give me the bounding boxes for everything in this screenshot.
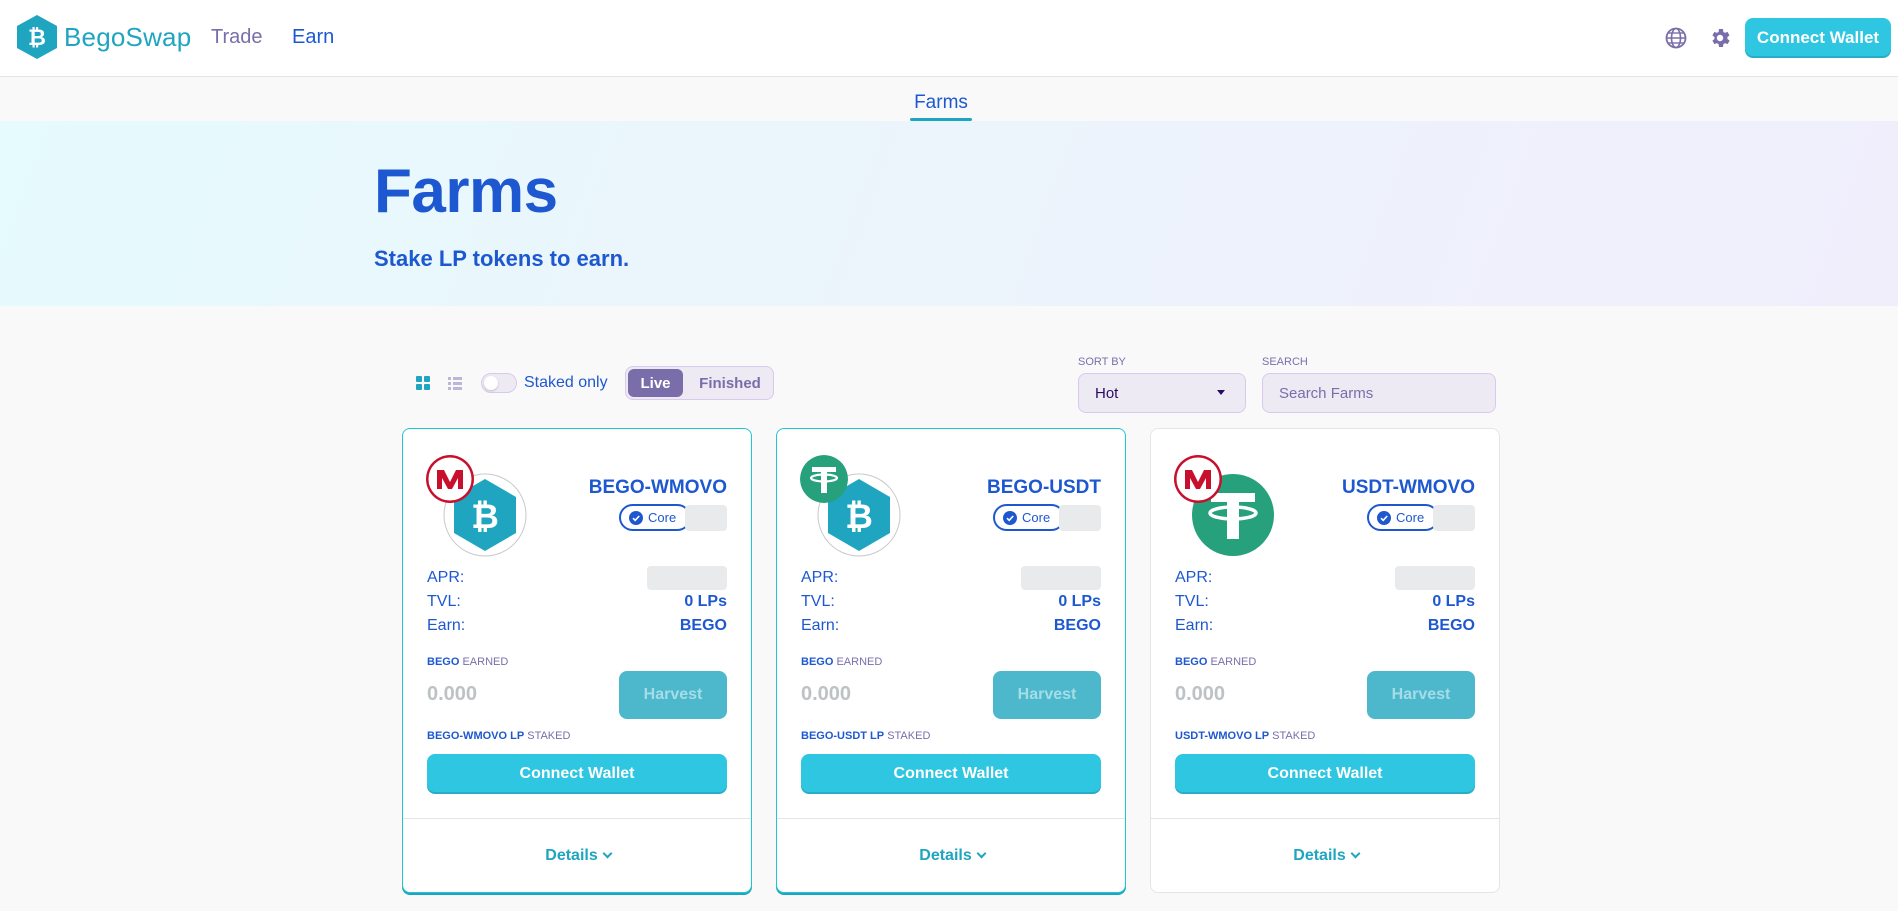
details-toggle[interactable]: Details (403, 847, 751, 865)
tvl-value: 0 LPs (684, 593, 727, 610)
connect-wallet-button[interactable]: Connect Wallet (801, 754, 1101, 794)
core-badge-label: Core (1396, 510, 1425, 525)
chevron-down-icon (1217, 390, 1225, 395)
earn-value: BEGO (679, 617, 727, 634)
farm-card: USDT-WMOVO Core APR: TVL: 0 LPs Earn: BE… (1150, 428, 1500, 893)
harvest-button[interactable]: Harvest (1367, 671, 1475, 719)
verified-check-icon (629, 510, 643, 525)
details-toggle[interactable]: Details (777, 847, 1125, 865)
staked-label: USDT-WMOVO LP STAKED (1175, 730, 1316, 742)
earned-label: BEGO EARNED (427, 656, 509, 668)
earn-label: Earn: (801, 617, 840, 634)
apr-value-placeholder (1395, 566, 1475, 590)
earn-value: BEGO (1427, 617, 1475, 634)
core-badge: Core (619, 504, 691, 531)
staked-only-toggle[interactable] (481, 373, 517, 393)
farm-card: ₿ BEGO-USDT Core APR: TVL: 0 LPs Earn: B… (776, 428, 1126, 893)
tvl-value: 0 LPs (1058, 593, 1101, 610)
earn-value: BEGO (1053, 617, 1101, 634)
svg-text:₿: ₿ (471, 497, 499, 537)
chevron-down-icon (602, 848, 613, 859)
list-view-icon[interactable] (447, 375, 463, 391)
earn-label: Earn: (1175, 617, 1214, 634)
apr-value-placeholder (1021, 566, 1101, 590)
begoswap-logo-icon[interactable]: ₿ (15, 14, 59, 60)
chevron-down-icon (976, 848, 987, 859)
sort-select[interactable]: Hot (1078, 373, 1246, 413)
farm-pair-name: USDT-WMOVO (1342, 477, 1475, 498)
earned-label: BEGO EARNED (1175, 656, 1257, 668)
tvl-value: 0 LPs (1432, 593, 1475, 610)
farm-card: ₿ BEGO-WMOVO Core APR: TVL: 0 LPs Earn: … (402, 428, 752, 893)
card-divider (777, 818, 1125, 819)
sort-value: Hot (1095, 385, 1119, 402)
tvl-label: TVL: (1175, 593, 1209, 610)
core-badge-label: Core (1022, 510, 1051, 525)
harvest-button[interactable]: Harvest (619, 671, 727, 719)
usdt-logo-icon (800, 455, 848, 503)
page-title: Farms (374, 157, 558, 226)
core-badge-label: Core (648, 510, 677, 525)
globe-icon[interactable] (1664, 26, 1688, 50)
tvl-label: TVL: (427, 593, 461, 610)
apr-label: APR: (801, 569, 839, 586)
multiplier-placeholder (1059, 505, 1101, 531)
apr-label: APR: (1175, 569, 1213, 586)
staked-only-label: Staked only (524, 374, 608, 391)
core-badge: Core (993, 504, 1065, 531)
farm-pair-name: BEGO-WMOVO (588, 477, 727, 498)
toggle-knob (484, 376, 498, 390)
chevron-down-icon (1350, 848, 1361, 859)
top-nav: ₿ BegoSwap Trade Earn Connect Wallet (0, 0, 1898, 77)
svg-text:₿: ₿ (845, 497, 873, 537)
live-tab[interactable]: Live (628, 369, 683, 397)
multiplier-placeholder (685, 505, 727, 531)
search-input[interactable] (1262, 373, 1496, 413)
card-divider (403, 818, 751, 819)
wmovo-logo-icon (1174, 455, 1222, 503)
farm-pair-name: BEGO-USDT (987, 477, 1101, 498)
harvest-button[interactable]: Harvest (993, 671, 1101, 719)
search-label: SEARCH (1262, 356, 1308, 368)
apr-value-placeholder (647, 566, 727, 590)
apr-label: APR: (427, 569, 465, 586)
wmovo-logo-icon (426, 455, 474, 503)
tvl-label: TVL: (801, 593, 835, 610)
staked-label: BEGO-USDT LP STAKED (801, 730, 931, 742)
earned-amount: 0.000 (1175, 683, 1226, 705)
finished-tab[interactable]: Finished (688, 369, 772, 397)
multiplier-placeholder (1433, 505, 1475, 531)
earned-label: BEGO EARNED (801, 656, 883, 668)
svg-text:₿: ₿ (28, 26, 46, 51)
core-badge: Core (1367, 504, 1439, 531)
tab-farms[interactable]: Farms (910, 92, 972, 114)
hero-banner: Farms Stake LP tokens to earn. (0, 121, 1898, 306)
grid-view-icon[interactable] (415, 375, 431, 391)
gear-icon[interactable] (1708, 26, 1732, 50)
connect-wallet-button[interactable]: Connect Wallet (427, 754, 727, 794)
nav-trade-link[interactable]: Trade (211, 26, 263, 49)
staked-label: BEGO-WMOVO LP STAKED (427, 730, 571, 742)
earned-amount: 0.000 (427, 683, 478, 705)
connect-wallet-button[interactable]: Connect Wallet (1175, 754, 1475, 794)
nav-earn-link[interactable]: Earn (292, 26, 334, 49)
nav-connect-wallet-button[interactable]: Connect Wallet (1745, 18, 1891, 58)
card-divider (1151, 818, 1499, 819)
page-subtitle: Stake LP tokens to earn. (374, 246, 630, 271)
earned-amount: 0.000 (801, 683, 852, 705)
verified-check-icon (1003, 510, 1017, 525)
live-finished-switch: Live Finished (625, 366, 774, 400)
verified-check-icon (1377, 510, 1391, 525)
brand-name[interactable]: BegoSwap (64, 22, 191, 53)
details-toggle[interactable]: Details (1151, 847, 1499, 865)
sub-nav: Farms (0, 78, 1898, 121)
sort-by-label: SORT BY (1078, 356, 1126, 368)
earn-label: Earn: (427, 617, 466, 634)
